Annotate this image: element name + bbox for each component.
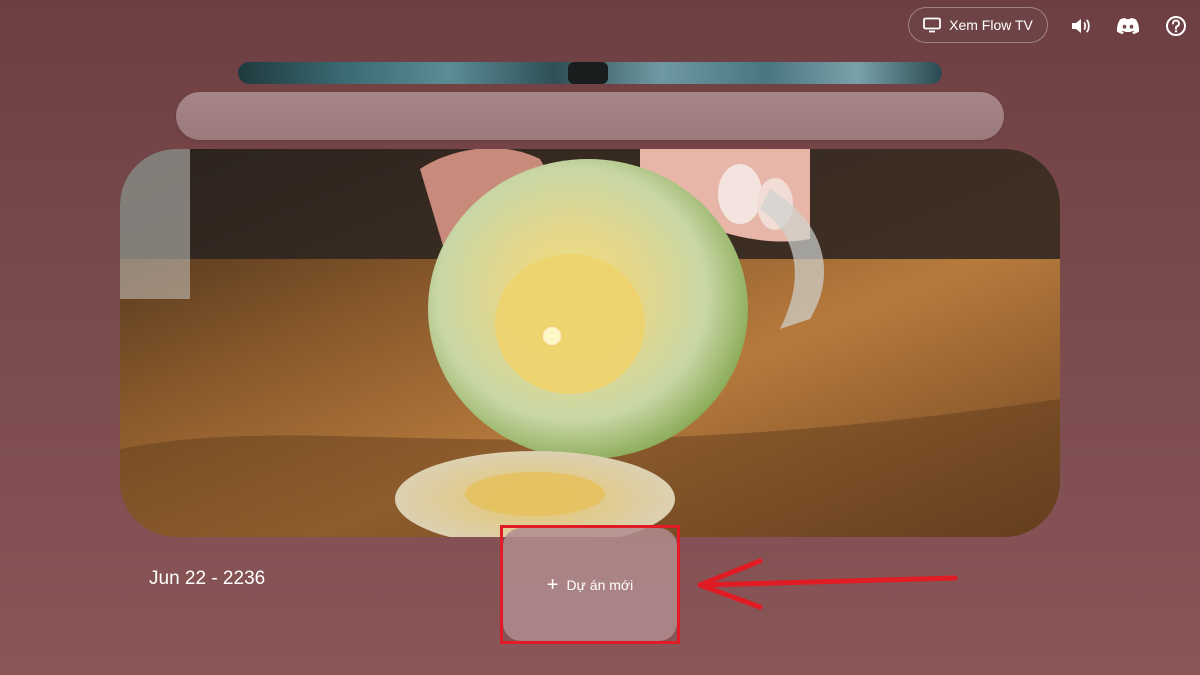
monitor-icon [923, 17, 942, 33]
new-project-label: Dự án mới [566, 576, 634, 593]
volume-icon[interactable] [1069, 14, 1093, 38]
plus-icon: + [546, 573, 559, 596]
help-icon[interactable] [1164, 14, 1188, 38]
discord-icon[interactable] [1116, 14, 1140, 38]
prompt-bar[interactable] [176, 92, 1004, 140]
generated-video-preview[interactable] [120, 149, 1060, 537]
new-project-button[interactable]: + Dự án mới [503, 528, 677, 641]
watch-flow-tv-button[interactable]: Xem Flow TV [908, 7, 1048, 43]
annotation-arrow-icon [697, 558, 958, 610]
thumbnail-highlight [568, 62, 608, 84]
project-date: Jun 22 - 2236 [149, 568, 266, 589]
watch-flow-tv-label: Xem Flow TV [949, 17, 1033, 33]
thumbnail-strip[interactable] [238, 62, 942, 84]
